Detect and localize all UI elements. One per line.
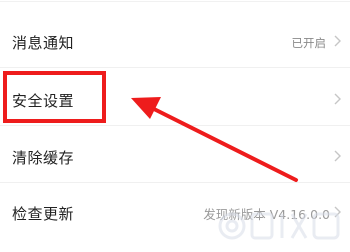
update-version-text: 发现新版本 V4.16.0.0: [203, 207, 330, 222]
notifications-status: 已开启: [291, 36, 327, 50]
highlight-box: [3, 71, 106, 123]
chevron-right-icon: [334, 150, 341, 162]
settings-row-check-update[interactable]: 检查更新 发现新版本 V4.16.0.0: [0, 183, 350, 239]
top-divider: [0, 1, 350, 2]
settings-row-notifications[interactable]: 消息通知 已开启: [0, 12, 350, 68]
row-divider: [0, 125, 350, 126]
settings-row-clear-cache[interactable]: 清除缓存: [0, 127, 350, 183]
chevron-right-icon: [334, 93, 341, 105]
check-update-label: 检查更新: [12, 205, 75, 223]
chevron-right-icon: [334, 206, 341, 218]
row-divider: [0, 67, 350, 68]
settings-list: 消息通知 已开启 安全设置 清除缓存 检查更新 发现新版本 V4.16.0.0: [0, 0, 350, 252]
clear-cache-label: 清除缓存: [12, 149, 75, 167]
chevron-right-icon: [334, 35, 341, 47]
notifications-label: 消息通知: [12, 34, 75, 52]
